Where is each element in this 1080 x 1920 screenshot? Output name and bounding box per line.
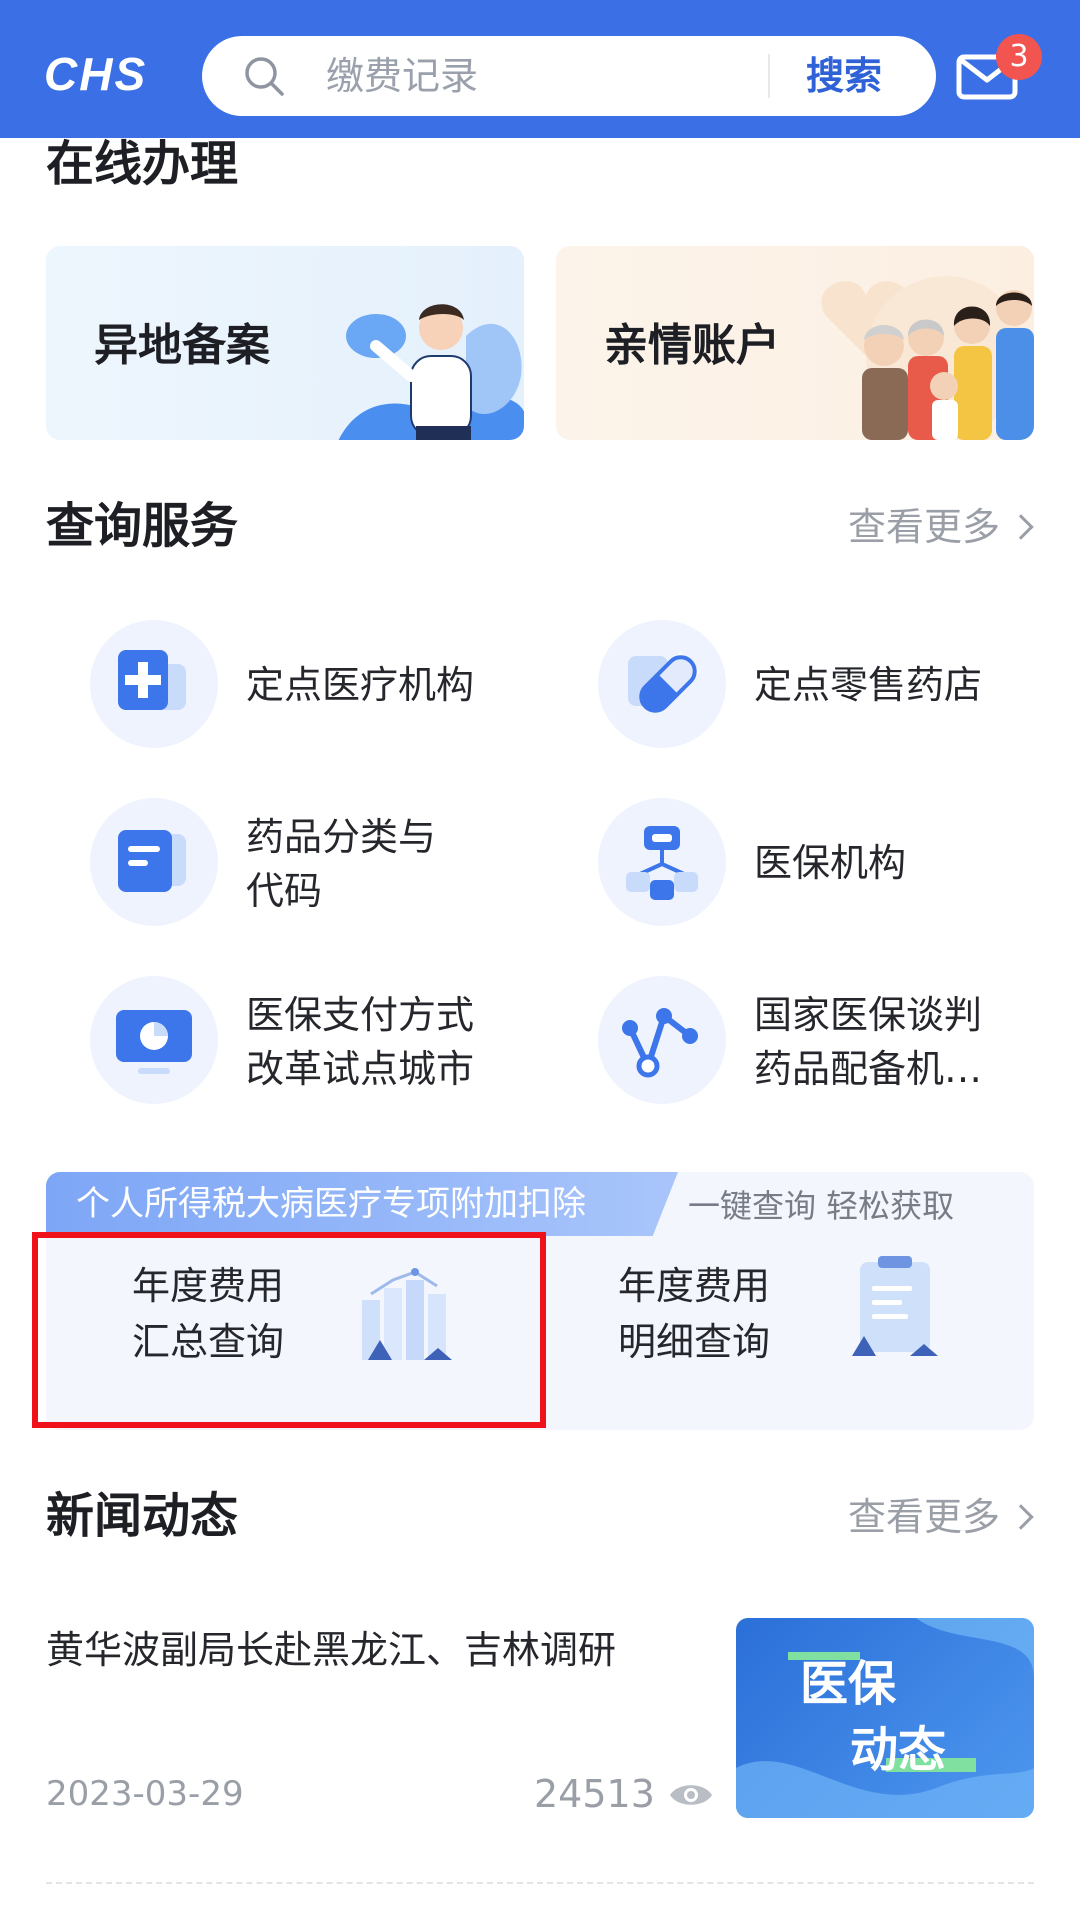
query-item-negotiated-drugs[interactable]: 国家医保谈判 药品配备机… bbox=[598, 976, 1038, 1106]
top-bar: CHS 缴费记录 搜索 3 bbox=[0, 0, 1080, 138]
search-button[interactable]: 搜索 bbox=[806, 52, 882, 100]
query-item-retail-pharmacies[interactable]: 定点零售药店 bbox=[598, 620, 1038, 750]
query-item-label-line1: 医保支付方式 bbox=[246, 993, 475, 1037]
person-illustration-icon bbox=[338, 304, 524, 440]
document-icon bbox=[90, 798, 218, 926]
query-item-label-line2: 药品配备机… bbox=[754, 1047, 983, 1091]
svg-text:CHS: CHS bbox=[44, 48, 147, 98]
chevron-right-icon bbox=[1008, 513, 1034, 540]
chevron-right-icon bbox=[1008, 1503, 1034, 1530]
online-section-title: 在线办理 bbox=[46, 136, 239, 192]
news-date: 2023-03-29 bbox=[46, 1774, 244, 1814]
tax-item-line2: 明细查询 bbox=[618, 1320, 771, 1364]
mail-badge: 3 bbox=[996, 34, 1042, 80]
query-item-label-line2: 改革试点城市 bbox=[246, 1047, 475, 1091]
news-views: 24513 bbox=[534, 1772, 655, 1816]
card-label: 亲情账户 bbox=[604, 320, 780, 371]
annual-detail-query-button[interactable]: 年度费用 明细查询 bbox=[540, 1236, 1034, 1430]
family-illustration-icon bbox=[821, 276, 1034, 440]
tax-item-line1: 年度费用 bbox=[618, 1264, 771, 1308]
org-chart-icon bbox=[598, 798, 726, 926]
query-item-label: 定点医疗机构 bbox=[246, 663, 475, 707]
card-label: 异地备案 bbox=[94, 320, 270, 371]
divider bbox=[46, 1882, 1034, 1884]
query-item-label: 医保机构 bbox=[754, 841, 907, 885]
more-label: 查看更多 bbox=[847, 1495, 1000, 1539]
news-section-title: 新闻动态 bbox=[46, 1488, 239, 1544]
query-item-insurance-agencies[interactable]: 医保机构 bbox=[598, 798, 1038, 928]
search-icon bbox=[245, 57, 284, 96]
family-account-card[interactable]: 亲情账户 bbox=[556, 246, 1034, 440]
thumbnail-text-line1: 医保 bbox=[800, 1656, 897, 1712]
query-section-title: 查询服务 bbox=[46, 498, 239, 554]
query-item-payment-reform-cities[interactable]: 医保支付方式 改革试点城市 bbox=[90, 976, 530, 1106]
query-item-drug-codes[interactable]: 药品分类与 代码 bbox=[90, 798, 530, 928]
highlight-box bbox=[32, 1232, 546, 1428]
search-input[interactable]: 缴费记录 bbox=[326, 54, 478, 98]
more-label: 查看更多 bbox=[847, 505, 1000, 549]
thumbnail-wave-decoration bbox=[736, 1618, 1034, 1818]
query-item-label: 定点零售药店 bbox=[754, 663, 983, 707]
query-item-label-line2: 代码 bbox=[246, 869, 323, 913]
thumbnail-text-line2: 动态 bbox=[850, 1722, 947, 1778]
query-more-link[interactable]: 查看更多 bbox=[847, 502, 1034, 552]
tax-tag: 个人所得税大病医疗专项附加扣除 bbox=[46, 1172, 678, 1236]
clipboard-icon bbox=[852, 1256, 938, 1356]
search-bar[interactable]: 缴费记录 搜索 bbox=[202, 36, 936, 116]
tax-tag-text: 个人所得税大病医疗专项附加扣除 bbox=[76, 1184, 586, 1224]
eye-icon bbox=[670, 1785, 712, 1805]
query-item-medical-institutions[interactable]: 定点医疗机构 bbox=[90, 620, 530, 750]
network-nodes-icon bbox=[598, 976, 726, 1104]
pill-icon bbox=[598, 620, 726, 748]
search-divider bbox=[768, 54, 770, 98]
monitor-chart-icon bbox=[90, 976, 218, 1104]
query-item-label-line1: 药品分类与 bbox=[246, 815, 437, 859]
remote-filing-card[interactable]: 异地备案 bbox=[46, 246, 524, 440]
tax-subtitle: 一键查询 轻松获取 bbox=[688, 1187, 955, 1225]
news-thumbnail[interactable]: 医保 动态 bbox=[736, 1618, 1034, 1818]
query-item-label-line1: 国家医保谈判 bbox=[754, 993, 983, 1037]
news-headline[interactable]: 黄华波副局长赴黑龙江、吉林调研 bbox=[46, 1624, 616, 1676]
chs-logo[interactable]: CHS bbox=[44, 48, 174, 98]
news-more-link[interactable]: 查看更多 bbox=[847, 1492, 1034, 1542]
hospital-icon bbox=[90, 620, 218, 748]
